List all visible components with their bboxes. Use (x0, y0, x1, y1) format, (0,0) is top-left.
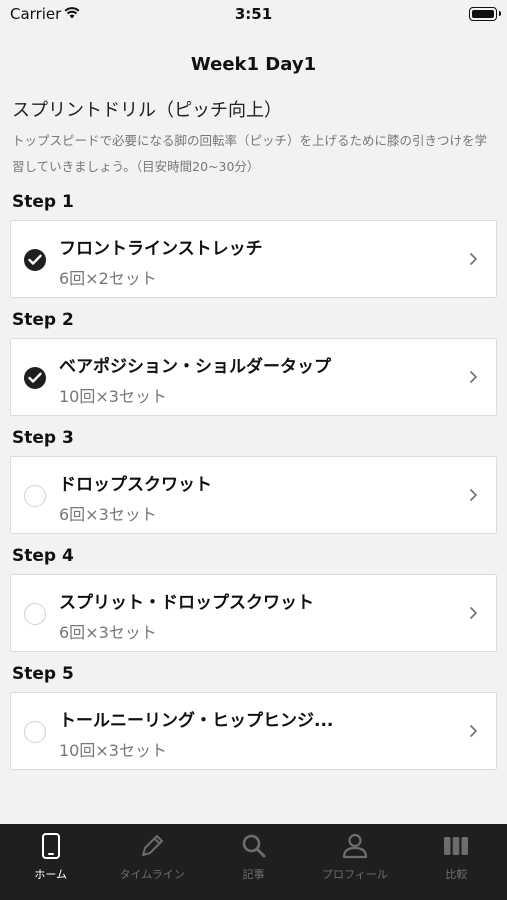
step-title: トールニーリング・ヒップヒンジ... (59, 711, 334, 731)
step-title: スプリット・ドロップスクワット (59, 593, 314, 613)
step-section: Step 4 スプリット・ドロップスクワット 6回×3セット (0, 546, 507, 652)
step-label: Step 1 (12, 192, 74, 212)
tab-compare[interactable]: 比較 (406, 824, 507, 900)
chevron-right-icon (470, 725, 477, 737)
page-title: Week1 Day1 (190, 54, 317, 75)
unchecked-circle-icon (24, 721, 46, 743)
step-reps: 10回×3セット (59, 387, 167, 406)
step-title: フロントラインストレッチ (59, 239, 263, 259)
step-label: Step 4 (12, 546, 74, 566)
step-card[interactable]: フロントラインストレッチ 6回×2セット (10, 220, 497, 298)
step-card[interactable]: ベアポジション・ショルダータップ 10回×3セット (10, 338, 497, 416)
bars-icon (444, 837, 469, 855)
step-title: ドロップスクワット (59, 475, 212, 495)
step-reps: 6回×3セット (59, 505, 157, 524)
chevron-right-icon (470, 489, 477, 501)
program-title: スプリントドリル（ピッチ向上） (12, 100, 282, 121)
chevron-right-icon (470, 607, 477, 619)
step-list: Step 1 フロントラインストレッチ 6回×2セット Step 2 ベアポジシ… (0, 192, 507, 770)
status-bar: Carrier 3:51 (0, 0, 507, 30)
clock: 3:51 (234, 5, 273, 23)
chevron-right-icon (470, 371, 477, 383)
program-description: トップスピードで必要になる脚の回転率（ピッチ）を上げるために膝の引きつけを学習し… (12, 133, 488, 174)
tab-profile[interactable]: プロフィール (304, 824, 405, 900)
chevron-right-icon (470, 253, 477, 265)
step-section: Step 3 ドロップスクワット 6回×3セット (0, 428, 507, 534)
tab-label: ホーム (34, 868, 68, 881)
tab-label: タイムライン (119, 868, 185, 881)
battery-icon (469, 7, 501, 21)
step-reps: 10回×3セット (59, 741, 167, 760)
step-section: Step 2 ベアポジション・ショルダータップ 10回×3セット (0, 310, 507, 416)
search-icon (242, 834, 266, 858)
tab-label: 比較 (445, 868, 468, 881)
tab-home[interactable]: ホーム (0, 824, 101, 900)
unchecked-circle-icon (24, 485, 46, 507)
step-reps: 6回×3セット (59, 623, 157, 642)
step-section: Step 5 トールニーリング・ヒップヒンジ... 10回×3セット (0, 664, 507, 770)
person-icon (342, 833, 368, 859)
tab-articles[interactable]: 記事 (203, 824, 304, 900)
tab-label: プロフィール (322, 868, 388, 881)
checked-icon (24, 249, 46, 271)
step-card[interactable]: トールニーリング・ヒップヒンジ... 10回×3セット (10, 692, 497, 770)
main-content[interactable]: スプリントドリル（ピッチ向上） トップスピードで必要になる脚の回転率（ピッチ）を… (0, 90, 507, 824)
step-title: ベアポジション・ショルダータップ (59, 357, 331, 377)
tab-label: 記事 (242, 868, 265, 881)
step-label: Step 5 (12, 664, 74, 684)
step-section: Step 1 フロントラインストレッチ 6回×2セット (0, 192, 507, 298)
phone-icon (41, 833, 60, 859)
checked-icon (24, 367, 46, 389)
step-reps: 6回×2セット (59, 269, 157, 288)
step-card[interactable]: ドロップスクワット 6回×3セット (10, 456, 497, 534)
step-label: Step 3 (12, 428, 74, 448)
unchecked-circle-icon (24, 603, 46, 625)
step-card[interactable]: スプリット・ドロップスクワット 6回×3セット (10, 574, 497, 652)
pencil-icon (142, 835, 164, 856)
step-label: Step 2 (12, 310, 74, 330)
tab-timeline[interactable]: タイムライン (101, 824, 202, 900)
tab-bar: ホーム タイムライン 記事 プロフィール 比較 (0, 824, 507, 900)
